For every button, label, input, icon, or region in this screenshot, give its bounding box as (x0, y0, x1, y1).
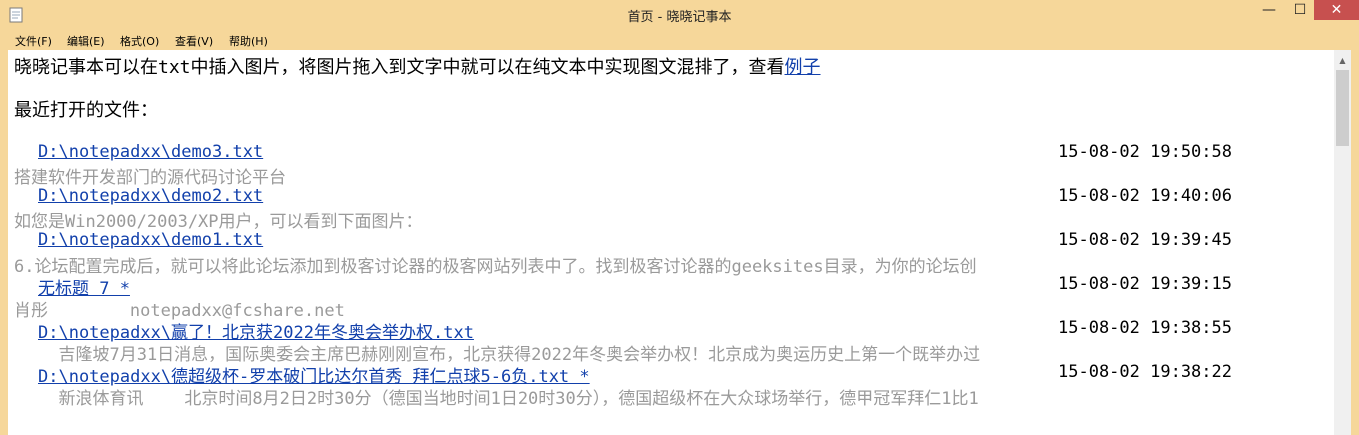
title-bar: 首页 - 晓晓记事本 — ☐ ✕ (0, 0, 1359, 30)
recent-file-time-1: 15-08-02 19:50:58 (1058, 142, 1232, 162)
app-window: 首页 - 晓晓记事本 — ☐ ✕ 文件(F) 编辑(E) 格式(O) 查看(V)… (0, 0, 1359, 435)
window-right-frame (1351, 50, 1359, 435)
recent-file-time-2: 15-08-02 19:40:06 (1058, 186, 1232, 206)
recent-file-link-2[interactable]: D:\notepadxx\demo2.txt (38, 186, 263, 206)
menu-bar: 文件(F) 编辑(E) 格式(O) 查看(V) 帮助(H) (0, 30, 1359, 50)
maximize-button[interactable]: ☐ (1286, 0, 1314, 20)
menu-format[interactable]: 格式(O) (120, 33, 159, 49)
recent-file-preview-6: 新浪体育讯 北京时间8月2日2时30分（德国当地时间1日20时30分），德国超级… (38, 389, 979, 409)
intro-text: 晓晓记事本可以在txt中插入图片，将图片拖入到文字中就可以在纯文本中实现图文混排… (14, 57, 785, 78)
recent-file-preview-1: 搭建软件开发部门的源代码讨论平台 (14, 168, 286, 188)
document-area[interactable]: 晓晓记事本可以在txt中插入图片，将图片拖入到文字中就可以在纯文本中实现图文混排… (8, 50, 1337, 435)
scroll-up-arrow-icon[interactable]: ▲ (1334, 52, 1351, 68)
minimize-button[interactable]: — (1252, 0, 1286, 20)
window-title: 首页 - 晓晓记事本 (627, 10, 732, 25)
recent-file-time-5: 15-08-02 19:38:55 (1058, 318, 1232, 338)
menu-file[interactable]: 文件(F) (15, 33, 52, 49)
example-link[interactable]: 例子 (785, 57, 821, 78)
recent-file-preview-3: 6.论坛配置完成后，就可以将此论坛添加到极客讨论器的极客网站列表中了。找到极客讨… (14, 257, 977, 277)
recent-file-time-4: 15-08-02 19:39:15 (1058, 274, 1232, 294)
recent-file-link-1[interactable]: D:\notepadxx\demo3.txt (38, 142, 263, 162)
menu-edit[interactable]: 编辑(E) (67, 33, 105, 49)
recent-files-heading: 最近打开的文件： (14, 100, 158, 121)
menu-view[interactable]: 查看(V) (175, 33, 213, 49)
recent-file-time-3: 15-08-02 19:39:45 (1058, 230, 1232, 250)
intro-line: 晓晓记事本可以在txt中插入图片，将图片拖入到文字中就可以在纯文本中实现图文混排… (14, 53, 821, 79)
scrollbar-thumb[interactable] (1336, 70, 1349, 146)
menu-help[interactable]: 帮助(H) (229, 33, 268, 49)
vertical-scrollbar[interactable]: ▲ (1334, 50, 1351, 435)
close-button[interactable]: ✕ (1314, 0, 1359, 20)
recent-file-link-3[interactable]: D:\notepadxx\demo1.txt (38, 230, 263, 250)
recent-file-preview-2: 如您是Win2000/2003/XP用户，可以看到下面图片： (14, 212, 423, 232)
recent-file-time-6: 15-08-02 19:38:22 (1058, 362, 1232, 382)
